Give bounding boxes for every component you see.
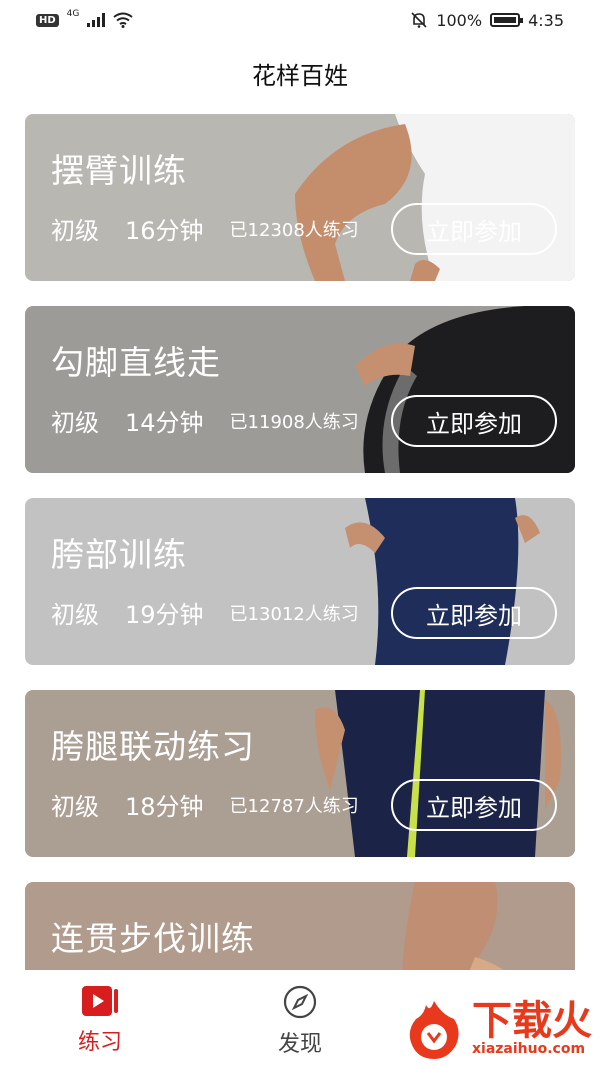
course-level: 初级 <box>51 217 99 245</box>
watermark-text: 下载火 xiazaihuo.com <box>472 1001 592 1057</box>
course-card[interactable]: 摆臂训练 初级 16分钟 已12308人练习 立即参加 <box>25 114 575 281</box>
course-meta: 初级 16分钟 已12308人练习 <box>51 211 359 246</box>
battery-percent: 100% <box>436 10 483 30</box>
status-bar: HD 4G 100% 4:35 <box>0 0 600 40</box>
hooked-foot-walk-photo <box>275 306 575 473</box>
nav-label-discover: 发现 <box>277 1032 322 1057</box>
course-level: 初级 <box>51 601 99 629</box>
hd-badge: HD <box>36 13 59 27</box>
mute-bell-icon <box>411 12 427 28</box>
nav-label-practice: 练习 <box>77 1030 122 1055</box>
course-meta: 初级 14分钟 已11908人练习 <box>51 403 359 438</box>
course-title: 勾脚直线走 <box>51 343 221 382</box>
wifi-icon <box>113 12 133 28</box>
course-title: 胯腿联动练习 <box>51 727 255 766</box>
course-duration: 14分钟 <box>125 409 204 437</box>
hip-leg-photo <box>275 690 575 857</box>
course-participants: 已12787人练习 <box>229 795 359 817</box>
hip-training-photo <box>275 498 575 665</box>
course-level: 初级 <box>51 793 99 821</box>
battery-icon <box>490 13 524 27</box>
status-right: 100% 4:35 <box>410 11 564 30</box>
course-card[interactable]: 胯腿联动练习 初级 18分钟 已12787人练习 立即参加 <box>25 690 575 857</box>
course-card[interactable]: 胯部训练 初级 19分钟 已13012人练习 立即参加 <box>25 498 575 665</box>
status-left: HD 4G <box>36 9 133 28</box>
compass-icon <box>283 985 317 1019</box>
course-duration: 18分钟 <box>125 793 204 821</box>
course-meta: 初级 18分钟 已12787人练习 <box>51 787 359 822</box>
watermark: 下载火 xiazaihuo.com <box>402 997 592 1061</box>
video-play-icon <box>82 986 118 1016</box>
course-participants: 已11908人练习 <box>229 411 359 433</box>
signal-icon <box>87 13 106 27</box>
course-title: 连贯步伐训练 <box>51 919 255 958</box>
course-title: 胯部训练 <box>51 535 187 574</box>
course-participants: 已12308人练习 <box>229 219 359 241</box>
watermark-brand: 下载火 <box>472 998 592 1044</box>
course-level: 初级 <box>51 409 99 437</box>
nav-practice[interactable]: 练习 <box>0 970 200 1067</box>
network-type: 4G <box>66 9 80 19</box>
join-button[interactable]: 立即参加 <box>391 779 557 831</box>
course-participants: 已13012人练习 <box>229 603 359 625</box>
course-title: 摆臂训练 <box>51 151 187 190</box>
step-training-photo <box>275 882 575 970</box>
course-duration: 19分钟 <box>125 601 204 629</box>
nav-discover[interactable]: 发现 <box>200 970 400 1067</box>
arm-swing-photo <box>275 114 575 281</box>
join-button[interactable]: 立即参加 <box>391 587 557 639</box>
course-card[interactable]: 勾脚直线走 初级 14分钟 已11908人练习 立即参加 <box>25 306 575 473</box>
course-duration: 16分钟 <box>125 217 204 245</box>
page-title: 花样百姓 <box>252 62 348 90</box>
join-button[interactable]: 立即参加 <box>391 395 557 447</box>
course-meta: 初级 19分钟 已13012人练习 <box>51 595 359 630</box>
join-button[interactable]: 立即参加 <box>391 203 557 255</box>
clock: 4:35 <box>528 10 564 30</box>
fire-logo-icon <box>409 1001 459 1059</box>
course-card[interactable]: 连贯步伐训练 <box>25 882 575 970</box>
watermark-url: xiazaihuo.com <box>472 1041 586 1057</box>
course-list[interactable]: 摆臂训练 初级 16分钟 已12308人练习 立即参加 勾脚直线走 初级 14分… <box>25 114 575 970</box>
